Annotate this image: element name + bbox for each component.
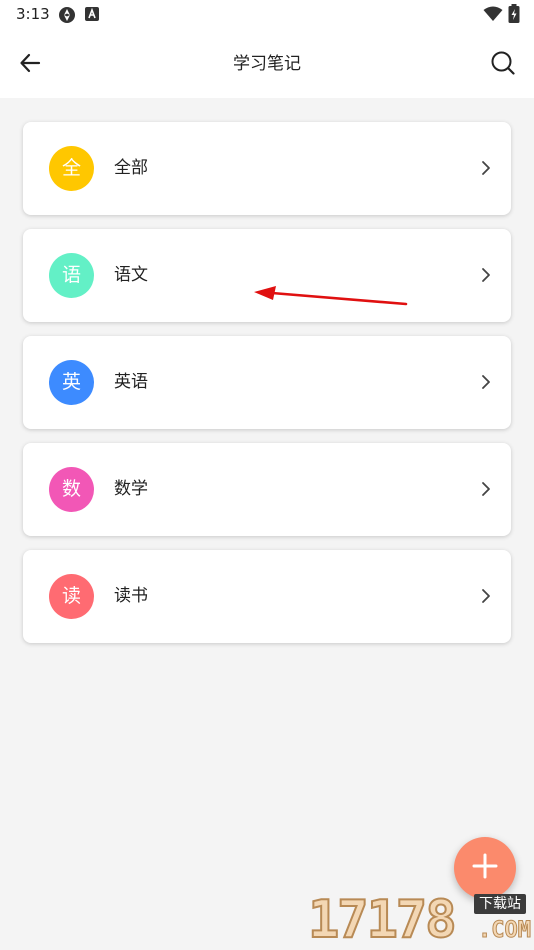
category-label: 读书 [114, 586, 148, 606]
wifi-icon [483, 6, 503, 26]
category-list: 全 全部 语 语文 英 英语 数 数学 读 读书 [23, 122, 511, 657]
app-bar: 学习笔记 [0, 30, 534, 98]
watermark-logo: 17178 下载站 .COM [307, 886, 534, 950]
sync-status-icon [58, 6, 76, 28]
battery-charging-icon [508, 4, 520, 28]
watermark-suffix: .COM [478, 918, 532, 944]
category-badge: 英 [49, 360, 94, 405]
category-label: 全部 [114, 158, 148, 178]
chevron-right-icon [482, 161, 490, 175]
category-badge: 语 [49, 253, 94, 298]
category-label: 英语 [114, 372, 148, 392]
category-item-reading[interactable]: 读 读书 [23, 550, 511, 643]
watermark-digits: 17178 [307, 890, 458, 950]
notification-a-icon [84, 6, 100, 26]
status-time: 3:13 [16, 5, 50, 23]
category-badge: 数 [49, 467, 94, 512]
status-bar: 3:13 [0, 0, 534, 30]
category-badge: 全 [49, 146, 94, 191]
search-icon [490, 50, 516, 80]
search-button[interactable] [486, 48, 520, 82]
category-item-math[interactable]: 数 数学 [23, 443, 511, 536]
chevron-right-icon [482, 482, 490, 496]
screen: 3:13 学习笔记 全 全部 语 语文 英 英语 数 数学 读 读书 17178… [0, 0, 534, 950]
chevron-right-icon [482, 268, 490, 282]
category-label: 语文 [114, 265, 148, 285]
page-title: 学习笔记 [233, 54, 301, 74]
category-badge: 读 [49, 574, 94, 619]
watermark-tag: 下载站 [474, 894, 526, 914]
category-item-all[interactable]: 全 全部 [23, 122, 511, 215]
chevron-right-icon [482, 589, 490, 603]
chevron-right-icon [482, 375, 490, 389]
annotation-arrow [254, 286, 408, 306]
plus-icon [471, 852, 499, 884]
category-label: 数学 [114, 479, 148, 499]
category-item-english[interactable]: 英 英语 [23, 336, 511, 429]
